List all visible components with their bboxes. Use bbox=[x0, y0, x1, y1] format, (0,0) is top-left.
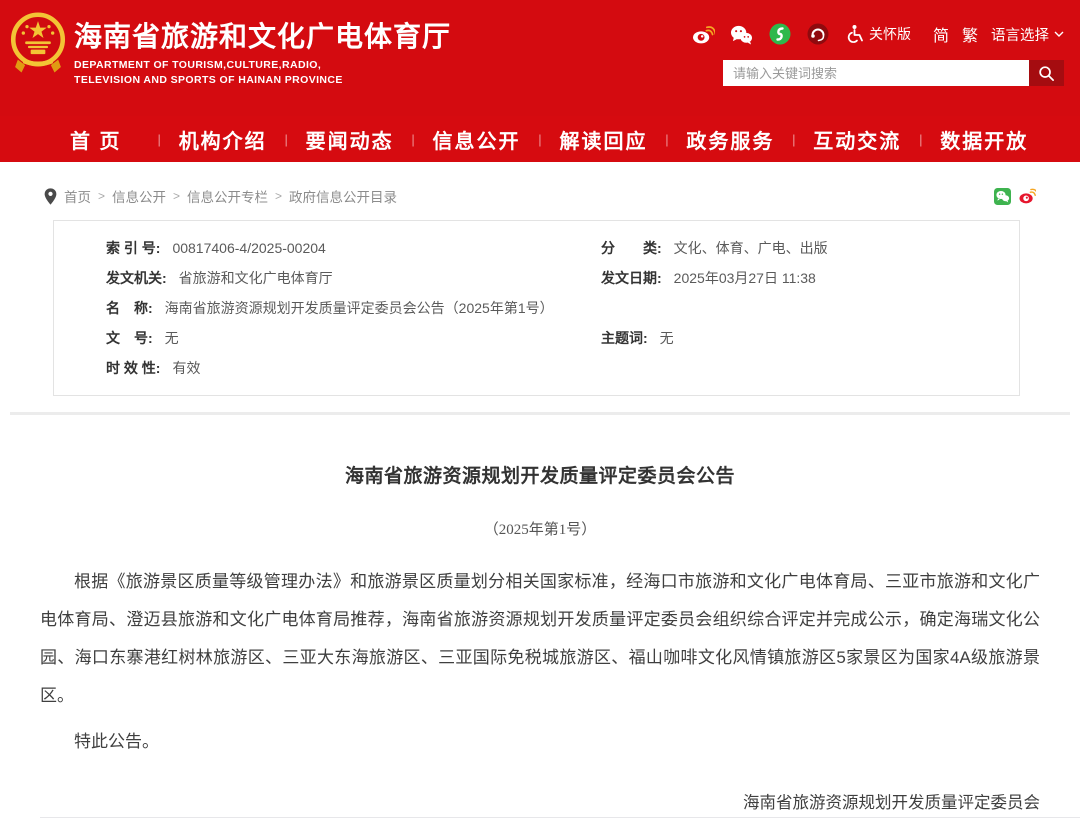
meta-keywords-value: 无 bbox=[660, 328, 674, 348]
article-paragraph: 根据《旅游景区质量等级管理办法》和旅游景区质量划分相关国家标准，经海口市旅游和文… bbox=[40, 563, 1040, 715]
site-header: 海南省旅游和文化广电体育厅 DEPARTMENT OF TOURISM,CULT… bbox=[0, 0, 1080, 116]
page-bottom-divider bbox=[40, 817, 1080, 818]
breadcrumb: 首页 > 信息公开 > 信息公开专栏 > 政府信息公开目录 bbox=[44, 186, 397, 206]
care-version-label: 关怀版 bbox=[869, 24, 911, 44]
meta-docno-value: 无 bbox=[165, 328, 179, 348]
national-emblem-logo[interactable] bbox=[10, 12, 66, 78]
article-closing: 特此公告。 bbox=[40, 723, 1040, 761]
site-brand[interactable]: 海南省旅游和文化广电体育厅 DEPARTMENT OF TOURISM,CULT… bbox=[74, 20, 451, 88]
article: 海南省旅游资源规划开发质量评定委员会公告 （2025年第1号） 根据《旅游景区质… bbox=[40, 461, 1040, 820]
article-title: 海南省旅游资源规划开发质量评定委员会公告 bbox=[40, 461, 1040, 488]
meta-keywords-label: 主题词: bbox=[601, 328, 648, 348]
headset-icon[interactable] bbox=[806, 22, 830, 46]
wechat-icon[interactable] bbox=[730, 22, 754, 46]
nav-item-interaction[interactable]: 互动交流 bbox=[796, 125, 920, 154]
share-buttons bbox=[994, 188, 1036, 205]
meta-org-value: 省旅游和文化广电体育厅 bbox=[179, 268, 333, 288]
nav-item-services[interactable]: 政务服务 bbox=[669, 125, 793, 154]
meta-category-value: 文化、体育、广电、出版 bbox=[674, 238, 828, 258]
meta-index-value: 00817406-4/2025-00204 bbox=[172, 240, 325, 256]
nav-item-open-data[interactable]: 数据开放 bbox=[922, 125, 1046, 154]
share-weibo-icon[interactable] bbox=[1019, 188, 1036, 205]
chevron-down-icon bbox=[1054, 31, 1064, 37]
traditional-chinese-button[interactable]: 繁 bbox=[962, 22, 978, 46]
language-select[interactable]: 语言选择 bbox=[991, 24, 1064, 45]
main-nav: 首 页 | 机构介绍 | 要闻动态 | 信息公开 | 解读回应 | 政务服务 |… bbox=[0, 116, 1080, 162]
meta-docno-label: 文 号: bbox=[106, 328, 153, 348]
article-signature: 海南省旅游资源规划开发质量评定委员会 bbox=[40, 789, 1040, 813]
simplified-chinese-button[interactable]: 简 bbox=[933, 22, 949, 46]
breadcrumb-info-column[interactable]: 信息公开专栏 bbox=[187, 186, 268, 206]
header-top-links: 关怀版 简 繁 语言选择 bbox=[692, 22, 1064, 46]
meta-validity-value: 有效 bbox=[172, 358, 200, 378]
meta-validity-label: 时 效 性: bbox=[106, 358, 160, 378]
section-divider bbox=[10, 412, 1070, 415]
article-issue-number: （2025年第1号） bbox=[40, 518, 1040, 539]
nav-item-home[interactable]: 首 页 bbox=[34, 125, 158, 154]
meta-index-label: 索 引 号: bbox=[106, 238, 160, 258]
weibo-icon[interactable] bbox=[692, 22, 716, 46]
meta-date-label: 发文日期: bbox=[601, 268, 662, 288]
search-button[interactable] bbox=[1029, 60, 1064, 86]
language-switch: 简 繁 语言选择 bbox=[933, 22, 1064, 46]
search-bar bbox=[723, 60, 1064, 86]
site-title: 海南省旅游和文化广电体育厅 bbox=[74, 20, 451, 54]
meta-category-label: 分 类: bbox=[601, 238, 662, 258]
nav-item-info-disclosure[interactable]: 信息公开 bbox=[415, 125, 539, 154]
share-wechat-icon[interactable] bbox=[994, 188, 1011, 205]
care-version-link[interactable]: 关怀版 bbox=[844, 24, 911, 44]
search-input[interactable] bbox=[723, 60, 1029, 86]
search-icon bbox=[1038, 65, 1055, 82]
meta-name-value: 海南省旅游资源规划开发质量评定委员会公告（2025年第1号） bbox=[165, 298, 554, 318]
breadcrumb-separator: > bbox=[173, 189, 180, 203]
breadcrumb-current: 政府信息公开目录 bbox=[289, 186, 397, 206]
breadcrumb-separator: > bbox=[98, 189, 105, 203]
site-title-english: DEPARTMENT OF TOURISM,CULTURE,RADIO, TEL… bbox=[74, 58, 451, 88]
breadcrumb-row: 首页 > 信息公开 > 信息公开专栏 > 政府信息公开目录 bbox=[44, 162, 1036, 206]
service-link-icon[interactable] bbox=[768, 22, 792, 46]
breadcrumb-home[interactable]: 首页 bbox=[64, 186, 91, 206]
meta-name-label: 名 称: bbox=[106, 298, 153, 318]
meta-date-value: 2025年03月27日 11:38 bbox=[674, 268, 816, 288]
nav-item-about[interactable]: 机构介绍 bbox=[161, 125, 285, 154]
breadcrumb-info-disclosure[interactable]: 信息公开 bbox=[112, 186, 166, 206]
breadcrumb-separator: > bbox=[275, 189, 282, 203]
nav-item-interpretation[interactable]: 解读回应 bbox=[542, 125, 666, 154]
nav-item-news[interactable]: 要闻动态 bbox=[288, 125, 412, 154]
location-pin-icon bbox=[44, 188, 57, 205]
accessibility-icon bbox=[844, 24, 864, 44]
meta-org-label: 发文机关: bbox=[106, 268, 167, 288]
document-meta-box: 索 引 号: 00817406-4/2025-00204 分 类: 文化、体育、… bbox=[53, 220, 1020, 396]
